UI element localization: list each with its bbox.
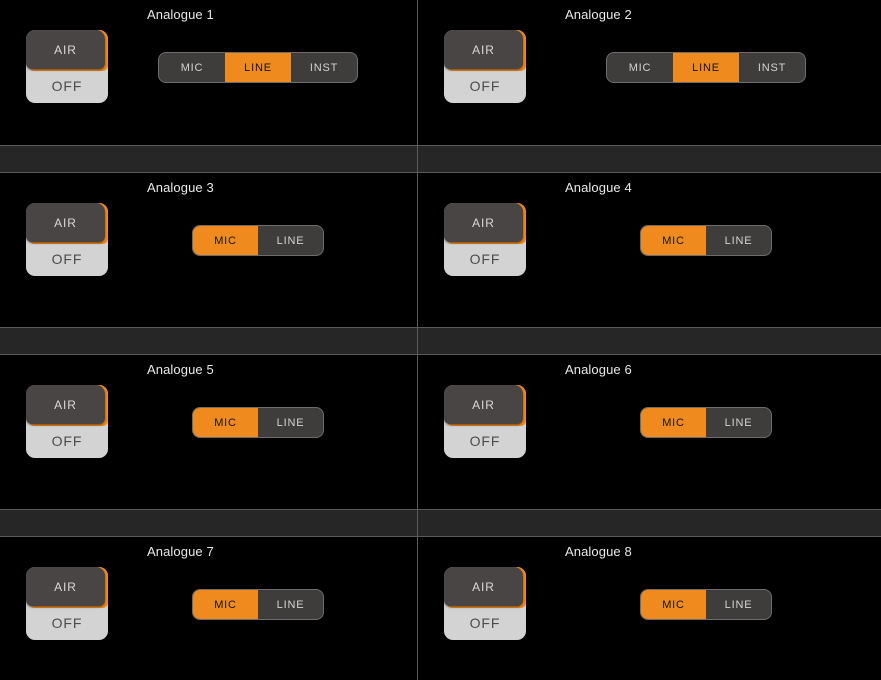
input-type-option-mic[interactable]: MIC: [193, 408, 258, 437]
air-button-label: AIR: [54, 397, 77, 412]
air-button-label: AIR: [472, 42, 495, 57]
air-state: OFF: [26, 69, 108, 103]
input-type-option-line[interactable]: LINE: [258, 226, 323, 255]
air-button-label: AIR: [54, 42, 77, 57]
channel-title: Analogue 4: [565, 180, 632, 195]
channel-title: Analogue 2: [565, 7, 632, 22]
channel-cell-6: Analogue 6 AIR OFF MIC LINE: [418, 355, 881, 510]
row-separator-2: [0, 327, 881, 355]
air-toggle-6[interactable]: AIR OFF: [444, 385, 526, 458]
air-state-label: OFF: [469, 78, 501, 94]
input-type-selector-3[interactable]: MIC LINE: [192, 225, 324, 256]
input-type-selector-4[interactable]: MIC LINE: [640, 225, 772, 256]
input-type-option-line[interactable]: LINE: [706, 590, 771, 619]
air-button-label: AIR: [472, 579, 495, 594]
input-settings-panel: Analogue 1 AIR OFF MIC LINE INST Analogue 2 AIR…: [0, 0, 881, 680]
air-state-label: OFF: [51, 251, 83, 267]
channel-cell-2: Analogue 2 AIR OFF MIC LINE INST: [418, 0, 881, 145]
input-type-option-line[interactable]: LINE: [673, 53, 739, 82]
channel-title: Analogue 3: [147, 180, 214, 195]
air-button[interactable]: AIR: [26, 203, 105, 242]
row-separator-3: [0, 509, 881, 537]
air-toggle-3[interactable]: AIR OFF: [26, 203, 108, 276]
air-state-label: OFF: [469, 433, 501, 449]
channel-title: Analogue 8: [565, 544, 632, 559]
channel-cell-3: Analogue 3 AIR OFF MIC LINE: [0, 173, 417, 328]
input-type-selector-7[interactable]: MIC LINE: [192, 589, 324, 620]
air-button-label: AIR: [54, 579, 77, 594]
air-button-label: AIR: [472, 397, 495, 412]
air-toggle-5[interactable]: AIR OFF: [26, 385, 108, 458]
row-separator-1: [0, 145, 881, 173]
channel-row: Analogue 1 AIR OFF MIC LINE INST Analogue 2 AIR…: [0, 0, 881, 145]
input-type-option-mic[interactable]: MIC: [193, 590, 258, 619]
air-button[interactable]: AIR: [26, 567, 105, 606]
air-button[interactable]: AIR: [444, 567, 523, 606]
channel-row: Analogue 3 AIR OFF MIC LINE Analogue 4 AIR OFF M…: [0, 173, 881, 328]
air-toggle-4[interactable]: AIR OFF: [444, 203, 526, 276]
input-type-selector-1[interactable]: MIC LINE INST: [158, 52, 358, 83]
input-type-option-line[interactable]: LINE: [258, 590, 323, 619]
input-type-option-mic[interactable]: MIC: [641, 590, 706, 619]
channel-row: Analogue 7 AIR OFF MIC LINE Analogue 8 AIR OFF M…: [0, 537, 881, 680]
air-state: OFF: [26, 606, 108, 640]
air-button-label: AIR: [54, 215, 77, 230]
channel-title: Analogue 7: [147, 544, 214, 559]
air-state-label: OFF: [469, 251, 501, 267]
input-type-option-mic[interactable]: MIC: [607, 53, 673, 82]
air-state-label: OFF: [51, 78, 83, 94]
air-button-label: AIR: [472, 215, 495, 230]
channel-title: Analogue 6: [565, 362, 632, 377]
channel-grid: Analogue 1 AIR OFF MIC LINE INST Analogue 2 AIR…: [0, 0, 881, 680]
channel-title: Analogue 5: [147, 362, 214, 377]
input-type-selector-5[interactable]: MIC LINE: [192, 407, 324, 438]
channel-cell-1: Analogue 1 AIR OFF MIC LINE INST: [0, 0, 417, 145]
input-type-option-mic[interactable]: MIC: [193, 226, 258, 255]
channel-row: Analogue 5 AIR OFF MIC LINE Analogue 6 AIR OFF M…: [0, 355, 881, 510]
channel-cell-5: Analogue 5 AIR OFF MIC LINE: [0, 355, 417, 510]
air-state: OFF: [444, 606, 526, 640]
air-state: OFF: [26, 242, 108, 276]
air-button[interactable]: AIR: [444, 30, 523, 69]
air-state: OFF: [444, 424, 526, 458]
column-divider: [417, 0, 418, 680]
air-state: OFF: [444, 69, 526, 103]
input-type-option-line[interactable]: LINE: [706, 226, 771, 255]
input-type-option-inst[interactable]: INST: [291, 53, 357, 82]
channel-cell-4: Analogue 4 AIR OFF MIC LINE: [418, 173, 881, 328]
input-type-option-mic[interactable]: MIC: [641, 226, 706, 255]
air-state: OFF: [26, 424, 108, 458]
channel-cell-8: Analogue 8 AIR OFF MIC LINE: [418, 537, 881, 680]
air-button[interactable]: AIR: [444, 203, 523, 242]
air-state-label: OFF: [51, 615, 83, 631]
input-type-option-mic[interactable]: MIC: [159, 53, 225, 82]
input-type-option-line[interactable]: LINE: [706, 408, 771, 437]
air-toggle-1[interactable]: AIR OFF: [26, 30, 108, 103]
air-button[interactable]: AIR: [26, 30, 105, 69]
input-type-option-line[interactable]: LINE: [225, 53, 291, 82]
air-state: OFF: [444, 242, 526, 276]
air-toggle-7[interactable]: AIR OFF: [26, 567, 108, 640]
channel-cell-7: Analogue 7 AIR OFF MIC LINE: [0, 537, 417, 680]
channel-title: Analogue 1: [147, 7, 214, 22]
input-type-option-mic[interactable]: MIC: [641, 408, 706, 437]
input-type-option-line[interactable]: LINE: [258, 408, 323, 437]
air-state-label: OFF: [469, 615, 501, 631]
air-button[interactable]: AIR: [26, 385, 105, 424]
air-state-label: OFF: [51, 433, 83, 449]
input-type-option-inst[interactable]: INST: [739, 53, 805, 82]
air-toggle-8[interactable]: AIR OFF: [444, 567, 526, 640]
input-type-selector-6[interactable]: MIC LINE: [640, 407, 772, 438]
input-type-selector-8[interactable]: MIC LINE: [640, 589, 772, 620]
input-type-selector-2[interactable]: MIC LINE INST: [606, 52, 806, 83]
air-toggle-2[interactable]: AIR OFF: [444, 30, 526, 103]
air-button[interactable]: AIR: [444, 385, 523, 424]
